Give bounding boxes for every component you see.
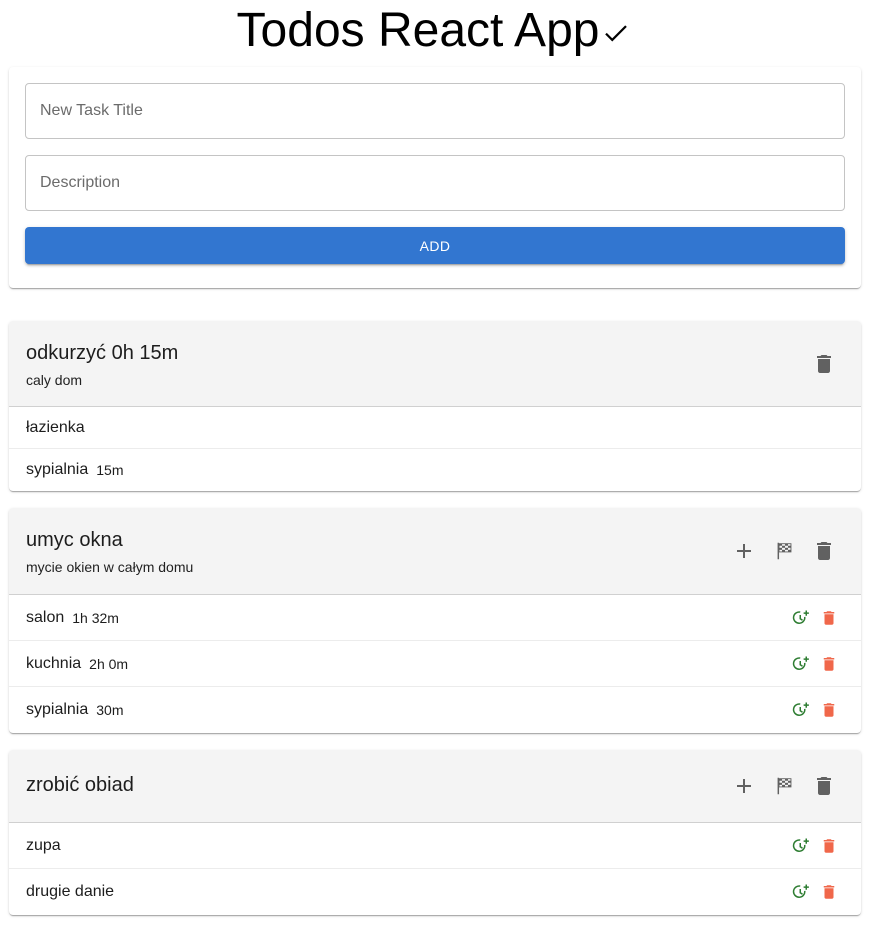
app-title: Todos React App: [0, 2, 868, 62]
trash-icon: [823, 657, 835, 671]
subtask-row: drugie danie: [9, 869, 861, 915]
task-card: odkurzyć 0h 15m caly dom łazienka sypial…: [9, 321, 861, 491]
add-time-button[interactable]: [791, 700, 811, 720]
new-task-form: ADD: [9, 67, 861, 288]
timer-plus-icon: [792, 702, 809, 716]
subtask-name: zupa: [26, 836, 61, 854]
task-card: umyc okna mycie okien w całym domu salon…: [9, 508, 861, 733]
task-title: umyc okna: [26, 529, 123, 551]
delete-subtask-button[interactable]: [819, 836, 839, 856]
delete-task-button[interactable]: [810, 772, 838, 800]
subtask-name: drugie danie: [26, 883, 115, 900]
delete-task-button[interactable]: [810, 537, 838, 565]
subtask-name: salon: [26, 608, 65, 626]
task-title: zrobić obiad: [26, 774, 134, 796]
delete-task-button[interactable]: [810, 350, 838, 378]
trash-icon: [817, 777, 831, 795]
delete-subtask-button[interactable]: [819, 882, 839, 902]
trash-icon: [823, 885, 835, 899]
timer-plus-icon: [792, 610, 809, 624]
task-header: umyc okna mycie okien w całym domu: [9, 508, 861, 595]
subtask-time: 30m: [96, 702, 124, 718]
subtask-time: 15m: [96, 462, 124, 478]
subtask-list: łazienka sypialnia 15m: [9, 407, 861, 491]
add-time-button[interactable]: [791, 836, 811, 856]
trash-icon: [817, 355, 831, 373]
delete-subtask-button[interactable]: [819, 654, 839, 674]
add-button[interactable]: ADD: [25, 227, 845, 264]
app-title-text: Todos React App: [236, 4, 600, 57]
subtask-time: 1h 32m: [72, 609, 119, 626]
add-time-button[interactable]: [791, 882, 811, 902]
task-description-input[interactable]: [26, 156, 844, 210]
finish-task-button[interactable]: [770, 772, 798, 800]
subtask-row: salon 1h 32m: [9, 595, 861, 641]
task-title: odkurzyć 0h 15m: [26, 342, 179, 364]
task-description: caly dom: [26, 372, 83, 388]
delete-subtask-button[interactable]: [819, 700, 839, 720]
trash-icon: [823, 703, 835, 717]
checkered-flag-icon: [777, 542, 792, 560]
subtask-time: 2h 0m: [89, 655, 129, 672]
task-header: odkurzyć 0h 15m caly dom: [9, 321, 861, 407]
description-field: [25, 155, 845, 211]
checkered-flag-icon: [777, 777, 792, 795]
task-description: mycie okien w całym domu: [26, 559, 194, 575]
task-header: zrobić obiad: [9, 750, 861, 823]
subtask-name: kuchnia: [26, 654, 82, 672]
plus-icon: [737, 544, 751, 558]
title-field: [25, 83, 845, 139]
subtask-row: sypialnia 15m: [9, 449, 861, 491]
subtask-name: sypialnia: [26, 461, 89, 478]
subtask-row: łazienka: [9, 407, 861, 449]
subtask-name: łazienka: [26, 418, 85, 436]
trash-icon: [823, 611, 835, 625]
delete-subtask-button[interactable]: [819, 608, 839, 628]
subtask-row: kuchnia 2h 0m: [9, 641, 861, 687]
task-card: zrobić obiad zupa drugie danie: [9, 750, 861, 915]
timer-plus-icon: [792, 838, 809, 852]
subtask-name: sypialnia: [26, 701, 89, 718]
add-time-button[interactable]: [791, 654, 811, 674]
trash-icon: [817, 542, 831, 560]
check-icon: [601, 4, 631, 62]
timer-plus-icon: [792, 884, 809, 898]
subtask-list: salon 1h 32m kuchnia 2h 0m sypialnia 30m: [9, 595, 861, 733]
trash-icon: [823, 839, 835, 853]
subtask-list: zupa drugie danie: [9, 823, 861, 915]
subtask-row: sypialnia 30m: [9, 687, 861, 733]
add-subtask-button[interactable]: [730, 772, 758, 800]
add-subtask-button[interactable]: [730, 537, 758, 565]
add-time-button[interactable]: [791, 608, 811, 628]
task-title-input[interactable]: [26, 84, 844, 138]
subtask-row: zupa: [9, 823, 861, 869]
finish-task-button[interactable]: [770, 537, 798, 565]
timer-plus-icon: [792, 656, 809, 670]
plus-icon: [737, 779, 751, 793]
